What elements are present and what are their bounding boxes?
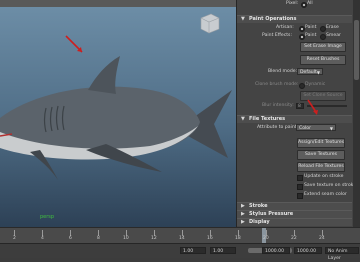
3d-viewport[interactable]: persp [0, 0, 236, 227]
timeline-tick-label: 18 [235, 236, 241, 241]
clone-dynamic-label: Dynamic [305, 82, 326, 87]
section-title: Paint Operations [249, 16, 297, 22]
paint-effects-label: Paint Effects: [262, 33, 292, 38]
paint-effects-paint-label: Paint [305, 33, 317, 38]
viewport-camera-label: persp [40, 214, 55, 220]
artisan-label: Artisan: [276, 25, 294, 30]
save-textures-button[interactable]: Save Textures [297, 150, 345, 160]
section-stroke[interactable]: ▶ Stroke [237, 202, 352, 210]
collapse-triangle-icon: ▼ [241, 116, 245, 122]
timeline-tick-label: 14 [179, 236, 185, 241]
reset-brushes-button[interactable]: Reset Brushes [300, 55, 346, 65]
save-texture-on-stroke-checkbox[interactable] [297, 184, 303, 190]
viewcube-icon[interactable] [199, 12, 221, 34]
extend-seam-color-checkbox[interactable] [297, 193, 303, 199]
paint-effects-smear-label: Smear [326, 33, 341, 38]
assign-edit-textures-button[interactable]: Assign/Edit Textures [297, 138, 345, 148]
time-slider[interactable]: 2 4 6 8 10 12 14 16 18 20 22 24 [0, 227, 360, 244]
dropdown-arrow-icon: ▼ [316, 70, 320, 75]
timeline-tick-label: 8 [97, 236, 100, 241]
expand-triangle-icon: ▶ [241, 203, 245, 209]
section-title: Display [249, 219, 270, 225]
set-erase-image-button[interactable]: Set Erase Image [300, 42, 346, 52]
timeline-tick-label: 20 [263, 236, 269, 241]
timeline-tick-label: 10 [123, 236, 129, 241]
section-title: File Textures [249, 116, 286, 122]
section-display[interactable]: ▶ Display [237, 218, 352, 226]
section-title: Stroke [249, 203, 268, 209]
artisan-erase-label: Erase [326, 25, 339, 30]
pixel-all-label: All [307, 1, 313, 6]
timeline-tick-label: 4 [41, 236, 44, 241]
playback-end-field[interactable]: 1000.00 [262, 247, 290, 254]
collapse-triangle-icon: ▼ [241, 16, 245, 22]
timeline-tick-label: 6 [69, 236, 72, 241]
start-time-field[interactable]: 1.00 [180, 247, 206, 254]
attribute-to-paint-select[interactable]: Color ▼ [296, 124, 336, 131]
blend-mode-label: Blend mode: [268, 69, 298, 74]
end-time-field[interactable]: 1000.00 [294, 247, 322, 254]
range-slider-bar: 1.00 1.00 1000.00 1000.00 No Anim Layer [0, 243, 360, 261]
save-texture-on-stroke-label: Save texture on stroke [304, 183, 357, 188]
timeline-tick-label: 22 [291, 236, 297, 241]
section-title: Stylus Pressure [249, 211, 294, 217]
reload-file-textures-button[interactable]: Reload File Textures [297, 162, 345, 172]
timeline-tick-label: 2 [13, 236, 16, 241]
blend-mode-value: Default [300, 70, 317, 75]
shark-model [0, 35, 232, 180]
extend-seam-color-label: Extend seam color [304, 192, 347, 197]
attribute-value: Color [299, 126, 311, 131]
blur-intensity-field[interactable]: 8 [296, 103, 304, 109]
section-file-textures[interactable]: ▼ File Textures [237, 115, 352, 123]
panel-scrollbar-thumb[interactable] [354, 20, 359, 80]
expand-triangle-icon: ▶ [241, 219, 245, 225]
blend-mode-select[interactable]: Default ▼ [297, 68, 323, 75]
timeline-tick-label: 24 [319, 236, 325, 241]
blur-intensity-label: Blur intensity: [262, 103, 294, 108]
pixel-label: Pixel: [286, 1, 299, 6]
dropdown-arrow-icon: ▼ [329, 126, 333, 131]
artisan-paint-label: Paint [305, 25, 317, 30]
section-stylus-pressure[interactable]: ▶ Stylus Pressure [237, 210, 352, 218]
update-on-stroke-label: Update on stroke [304, 174, 344, 179]
playback-start-field[interactable]: 1.00 [210, 247, 236, 254]
timeline-tick-label: 16 [207, 236, 213, 241]
expand-triangle-icon: ▶ [241, 211, 245, 217]
timeline-tick-label: 12 [151, 236, 157, 241]
anim-layer-select[interactable]: No Anim Layer [325, 247, 359, 261]
section-paint-operations[interactable]: ▼ Paint Operations [237, 15, 352, 23]
attribute-to-paint-label: Attribute to paint: [257, 125, 299, 130]
update-on-stroke-checkbox[interactable] [297, 175, 303, 181]
clone-brush-mode-label: Clone brush mode: [255, 82, 299, 87]
